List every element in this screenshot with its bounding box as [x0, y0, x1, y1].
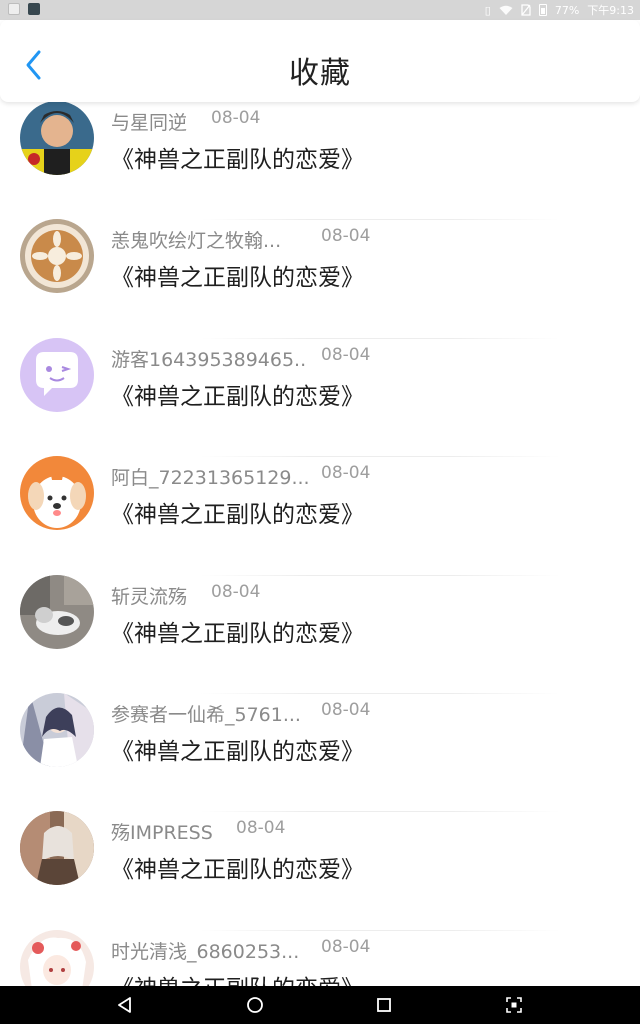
favorites-list: 与星同逆 08-04 《神兽之正副队的恋爱》 恙鬼吹绘灯之牧翰... 08-04… [0, 102, 640, 986]
book-title: 《神兽之正副队的恋爱》 [111, 857, 364, 884]
battery-icon [538, 4, 547, 16]
app-header: 收藏 [0, 20, 640, 102]
user-name: 与星同逆 [111, 112, 188, 134]
screenshot-icon[interactable] [504, 995, 524, 1015]
avatar [20, 574, 94, 649]
vibrate-icon: ▯ [484, 3, 491, 17]
book-title: 《神兽之正副队的恋爱》 [111, 265, 364, 292]
app-notification-icon [28, 3, 40, 15]
item-date: 08-04 [321, 699, 371, 720]
book-title: 《神兽之正副队的恋爱》 [111, 738, 364, 765]
user-name: 游客164395389465.. [111, 348, 307, 371]
status-right: ▯ 77% 下午9:13 [485, 2, 634, 18]
battery-percent: 77% [554, 3, 580, 17]
item-date: 08-04 [321, 226, 371, 247]
user-name: 参赛者一仙希_5761... [111, 703, 301, 726]
status-bar: ▯ 77% 下午9:13 [0, 0, 640, 20]
avatar [20, 456, 94, 531]
avatar [20, 692, 94, 767]
user-name: 时光清浅_6860253... [111, 940, 300, 963]
item-date: 08-04 [236, 818, 286, 839]
user-name: 殇IMPRESS [111, 822, 213, 845]
item-date: 08-04 [211, 108, 261, 128]
user-name: 斩灵流殇 [111, 585, 188, 608]
list-item[interactable]: 殇IMPRESS 08-04 《神兽之正副队的恋爱》 [0, 811, 640, 931]
book-title: 《神兽之正副队的恋爱》 [111, 502, 364, 529]
avatar [20, 337, 94, 412]
list-item[interactable]: 参赛者一仙希_5761... 08-04 《神兽之正副队的恋爱》 [0, 692, 640, 813]
book-title: 《神兽之正副队的恋爱》 [111, 147, 364, 173]
item-date: 08-04 [321, 344, 371, 365]
book-title: 《神兽之正副队的恋爱》 [111, 620, 364, 647]
no-sim-icon [521, 4, 531, 16]
notification-icons [8, 3, 40, 15]
user-name: 阿白_72231365129... [111, 467, 310, 490]
user-name: 恙鬼吹绘灯之牧翰... [111, 230, 282, 253]
avatar [20, 102, 94, 175]
list-item[interactable]: 恙鬼吹绘灯之牧翰... 08-04 《神兽之正副队的恋爱》 [0, 219, 640, 339]
book-title: 《神兽之正副队的恋爱》 [111, 969, 364, 986]
avatar [20, 811, 94, 886]
recents-square-icon[interactable] [374, 995, 394, 1015]
wifi-icon [499, 5, 513, 15]
list-item[interactable]: 斩灵流殇 08-04 《神兽之正副队的恋爱》 [0, 574, 640, 694]
list-item[interactable]: 阿白_72231365129... 08-04 《神兽之正副队的恋爱》 [0, 456, 640, 576]
back-triangle-icon[interactable] [115, 995, 135, 1015]
avatar [20, 219, 94, 294]
gallery-notification-icon [8, 3, 20, 15]
clock: 下午9:13 [587, 4, 634, 17]
page-title: 收藏 [289, 56, 351, 91]
list-item[interactable]: 游客164395389465.. 08-04 《神兽之正副队的恋爱》 [0, 337, 640, 458]
item-date: 08-04 [321, 463, 371, 484]
list-item[interactable]: 与星同逆 08-04 《神兽之正副队的恋爱》 [0, 102, 640, 221]
list-item[interactable]: 时光清浅_6860253... 08-04 《神兽之正副队的恋爱》 [0, 929, 640, 986]
system-nav-bar [0, 986, 640, 1024]
item-date: 08-04 [211, 581, 261, 602]
avatar [20, 929, 94, 986]
item-date: 08-04 [321, 936, 371, 957]
home-circle-icon[interactable] [245, 995, 265, 1015]
book-title: 《神兽之正副队的恋爱》 [111, 383, 364, 410]
